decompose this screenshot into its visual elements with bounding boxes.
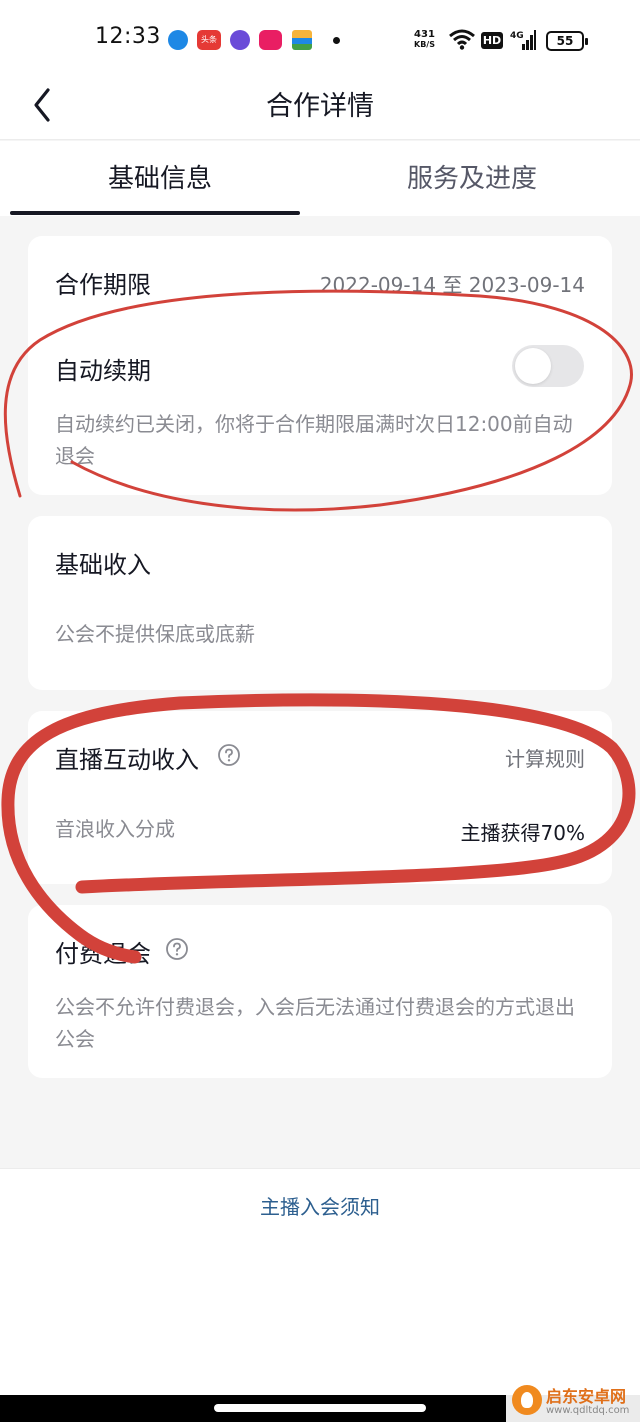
- auto-renew-description: 自动续约已关闭，你将于合作期限届满时次日12:00前自动退会: [55, 412, 573, 468]
- anchor-notice-link[interactable]: 主播入会须知: [0, 1191, 640, 1220]
- live-income-title: 直播互动收入: [55, 746, 199, 774]
- network-type: 4G: [510, 31, 524, 41]
- tab-service-progress[interactable]: 服务及进度: [312, 141, 632, 216]
- active-tab-indicator: [10, 211, 300, 215]
- network-speed-unit: KB/S: [414, 40, 435, 49]
- watermark: 启东安卓网 www.qdltdq.com: [506, 1377, 640, 1422]
- base-income-title: 基础收入: [55, 551, 151, 579]
- help-icon[interactable]: [165, 937, 189, 961]
- paid-exit-description: 公会不允许付费退会，入会后无法通过付费退会的方式退出公会: [55, 995, 575, 1051]
- status-bar: 12:33 头条 431 KB/S HD 4G 55: [0, 0, 640, 70]
- signal-icon: 4G: [510, 30, 536, 50]
- home-indicator[interactable]: [214, 1404, 426, 1412]
- period-value: 2022-09-14 至 2023-09-14: [319, 273, 585, 297]
- live-income-card: 直播互动收入 计算规则 音浪收入分成 主播获得70%: [28, 711, 612, 884]
- page-title: 合作详情: [266, 91, 374, 122]
- wifi-icon: [449, 29, 475, 50]
- notification-dot-icon: [333, 37, 340, 44]
- wallet-app-icon: [292, 30, 312, 50]
- network-speed-value: 431: [414, 29, 435, 40]
- hd-icon: HD: [481, 32, 503, 49]
- battery-icon: 55: [546, 31, 588, 51]
- battery-level: 55: [556, 34, 574, 48]
- watermark-logo-icon: [512, 1385, 542, 1415]
- app-icon: [168, 30, 188, 50]
- auto-renew-toggle[interactable]: [512, 345, 584, 387]
- tab-bar: 基础信息 服务及进度: [0, 141, 640, 216]
- video-app-icon: [259, 30, 282, 50]
- status-time: 12:33: [95, 24, 161, 49]
- share-value: 主播获得70%: [460, 821, 585, 845]
- help-icon[interactable]: [217, 743, 241, 767]
- app-icon: [230, 30, 250, 50]
- paid-exit-card: 付费退会 公会不允许付费退会，入会后无法通过付费退会的方式退出公会: [28, 905, 612, 1078]
- share-label: 音浪收入分成: [55, 817, 175, 841]
- calculation-rule-link[interactable]: 计算规则: [505, 743, 585, 772]
- toggle-knob: [515, 348, 551, 384]
- period-label: 合作期限: [55, 271, 151, 299]
- watermark-url: www.qdltdq.com: [546, 1405, 630, 1416]
- base-income-description: 公会不提供保底或底薪: [55, 622, 255, 646]
- footer: 主播入会须知 启东安卓网 www.qdltdq.com: [0, 1168, 640, 1422]
- paid-exit-title: 付费退会: [55, 940, 151, 968]
- network-speed: 431 KB/S: [414, 30, 435, 50]
- cooperation-card: 合作期限 2022-09-14 至 2023-09-14 自动续期 自动续约已关…: [28, 236, 612, 495]
- base-income-card: 基础收入 公会不提供保底或底薪: [28, 516, 612, 690]
- watermark-title: 启东安卓网: [546, 1387, 627, 1406]
- auto-renew-label: 自动续期: [55, 357, 151, 385]
- nav-bar: 合作详情: [0, 70, 640, 140]
- tab-basic-info[interactable]: 基础信息: [0, 141, 320, 216]
- toutiao-icon: 头条: [197, 30, 221, 50]
